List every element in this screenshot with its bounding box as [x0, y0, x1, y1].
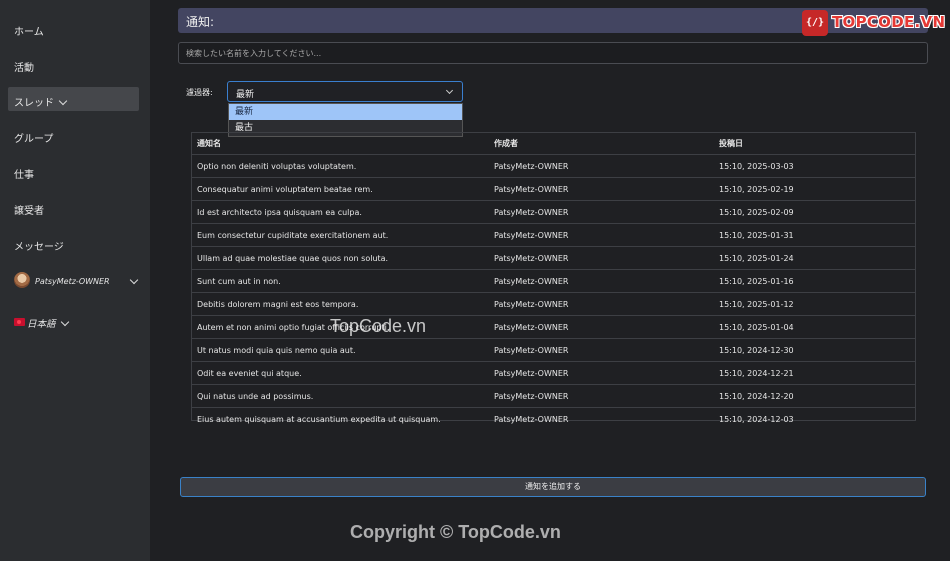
- cell-author: PatsyMetz-OWNER: [489, 338, 714, 362]
- sidebar-item-assignees[interactable]: 譲受者: [14, 202, 44, 217]
- table-row[interactable]: Ullam ad quae molestiae quae quos non so…: [192, 246, 915, 270]
- cell-date: 15:10, 2025-02-19: [714, 177, 915, 201]
- cell-author: PatsyMetz-OWNER: [489, 177, 714, 201]
- cell-date: 15:10, 2025-02-09: [714, 200, 915, 224]
- cell-date: 15:10, 2024-12-20: [714, 384, 915, 408]
- chevron-down-icon[interactable]: [129, 275, 139, 285]
- cell-name: Optio non deleniti voluptas voluptatem.: [192, 154, 489, 178]
- add-notification-button[interactable]: 通知を追加する: [180, 477, 926, 497]
- cell-name: Debitis dolorem magni est eos tempora.: [192, 292, 489, 316]
- cell-date: 15:10, 2024-12-30: [714, 338, 915, 362]
- table-row[interactable]: Id est architecto ipsa quisquam ea culpa…: [192, 200, 915, 224]
- chevron-down-icon: [60, 317, 69, 327]
- search-input[interactable]: [178, 42, 928, 64]
- avatar[interactable]: [14, 272, 30, 288]
- cell-name: Odit ea eveniet qui atque.: [192, 361, 489, 385]
- language-label: 日本語: [27, 319, 56, 330]
- filter-selected-value: 最新: [236, 90, 255, 100]
- column-header-name[interactable]: 通知名: [192, 133, 489, 155]
- brand-logo-icon: {/}: [802, 10, 828, 36]
- column-header-author[interactable]: 作成者: [489, 133, 714, 155]
- cell-author: PatsyMetz-OWNER: [489, 315, 714, 339]
- cell-author: PatsyMetz-OWNER: [494, 414, 569, 424]
- table-row[interactable]: Optio non deleniti voluptas voluptatem. P…: [192, 154, 915, 178]
- sidebar: ホーム 活動 スレッド グループ 仕事 譲受者 メッセージ PatsyMetz-…: [0, 0, 150, 561]
- sidebar-item-label: スレッド: [14, 98, 54, 109]
- cell-author: PatsyMetz-OWNER: [489, 154, 714, 178]
- cell-date: 15:10, 2024-12-21: [714, 361, 915, 385]
- notifications-table: 通知名 作成者 投稿日 Optio non deleniti voluptas …: [191, 132, 916, 424]
- sidebar-item-messages[interactable]: メッセージ: [14, 238, 64, 253]
- cell-date: 15:10, 2025-01-24: [714, 246, 915, 270]
- cell-name: Id est architecto ipsa quisquam ea culpa…: [192, 200, 489, 224]
- watermark-copyright: Copyright © TopCode.vn: [350, 522, 561, 542]
- column-header-date[interactable]: 投稿日: [714, 133, 915, 155]
- cell-date: 15:10, 2025-01-04: [714, 315, 915, 339]
- table-row[interactable]: Eius autem quisquam at accusantium exped…: [192, 408, 915, 431]
- cell-name: Consequatur animi voluptatem beatae rem.: [192, 177, 489, 201]
- page-title: 通知:: [186, 15, 215, 29]
- cell-name: Eius autem quisquam at accusantium exped…: [197, 414, 441, 424]
- cell-author: PatsyMetz-OWNER: [489, 246, 714, 270]
- table-row[interactable]: Eum consectetur cupiditate exercitatione…: [192, 223, 915, 247]
- filter-option-newest[interactable]: 最新: [229, 104, 462, 120]
- sidebar-item-home[interactable]: ホーム: [14, 23, 44, 38]
- cell-date: 15:10, 2025-03-03: [714, 154, 915, 178]
- cell-name: Eum consectetur cupiditate exercitatione…: [192, 223, 489, 247]
- language-selector[interactable]: 日本語: [27, 316, 69, 330]
- table-row[interactable]: Qui natus unde ad possimus. PatsyMetz-OWN…: [192, 384, 915, 408]
- chevron-down-icon: [445, 86, 454, 95]
- brand-logo-text: TOPCODE.VN: [832, 13, 946, 31]
- table-row[interactable]: Debitis dolorem magni est eos tempora. Pa…: [192, 292, 915, 316]
- cell-name: Sunt cum aut in non.: [192, 269, 489, 293]
- cell-date: 15:10, 2025-01-12: [714, 292, 915, 316]
- filter-label: 濾過器:: [186, 88, 213, 97]
- cell-date: 15:10, 2025-01-31: [714, 223, 915, 247]
- table-row[interactable]: Ut natus modi quia quis nemo quia aut. Pa…: [192, 338, 915, 362]
- cell-author: PatsyMetz-OWNER: [489, 200, 714, 224]
- cell-author: PatsyMetz-OWNER: [489, 269, 714, 293]
- table-row[interactable]: Consequatur animi voluptatem beatae rem.…: [192, 177, 915, 201]
- japan-flag-icon: [14, 318, 25, 326]
- sidebar-item-jobs[interactable]: 仕事: [14, 166, 34, 181]
- filter-select[interactable]: 最新: [227, 81, 463, 102]
- table-row[interactable]: Autem et non animi optio fugiat officiis…: [192, 315, 915, 339]
- table-row[interactable]: Odit ea eveniet qui atque. PatsyMetz-OWNE…: [192, 361, 915, 385]
- chevron-down-icon: [58, 96, 68, 106]
- cell-author: PatsyMetz-OWNER: [489, 292, 714, 316]
- cell-author: PatsyMetz-OWNER: [489, 223, 714, 247]
- sidebar-item-threads[interactable]: スレッド: [14, 94, 68, 109]
- cell-author: PatsyMetz-OWNER: [489, 361, 714, 385]
- cell-author: PatsyMetz-OWNER: [489, 384, 714, 408]
- cell-date: 15:10, 2025-01-16: [714, 269, 915, 293]
- user-name[interactable]: PatsyMetz-OWNER: [35, 277, 110, 286]
- cell-date: 15:10, 2024-12-03: [719, 414, 794, 424]
- sidebar-item-groups[interactable]: グループ: [14, 130, 53, 145]
- cell-name: Qui natus unde ad possimus.: [192, 384, 489, 408]
- table-row[interactable]: Sunt cum aut in non. PatsyMetz-OWNER 15:10…: [192, 269, 915, 293]
- sidebar-item-activity[interactable]: 活動: [14, 59, 34, 74]
- cell-name: Ut natus modi quia quis nemo quia aut.: [192, 338, 489, 362]
- table-header-row: 通知名 作成者 投稿日: [192, 133, 915, 155]
- cell-name: Ullam ad quae molestiae quae quos non so…: [192, 246, 489, 270]
- watermark-center: TopCode.vn: [330, 316, 427, 336]
